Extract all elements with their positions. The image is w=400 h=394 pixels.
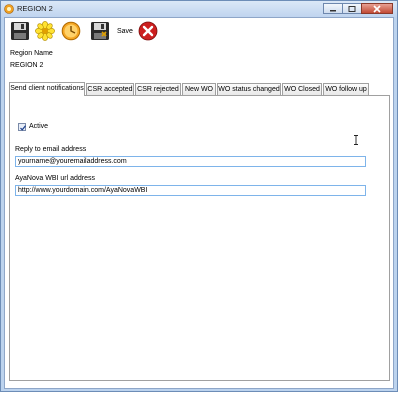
- text-cursor-icon: [354, 135, 358, 145]
- wbi-url-input[interactable]: http://www.yourdomain.com/AyaNovaWBI: [15, 185, 366, 196]
- save-label[interactable]: Save: [117, 28, 133, 35]
- tab-csr-accepted[interactable]: CSR accepted: [86, 83, 134, 95]
- tab-new-wo[interactable]: New WO: [182, 83, 216, 95]
- toolbar: Save: [5, 18, 393, 44]
- region-name-label: Region Name: [10, 50, 53, 57]
- close-icon: [373, 4, 381, 13]
- tab-wo-follow-up[interactable]: WO follow up: [323, 83, 369, 95]
- clock-icon[interactable]: [61, 21, 81, 41]
- delete-icon[interactable]: [138, 21, 158, 41]
- app-window: REGION 2 Save Region Name REGION 2 Send …: [0, 0, 398, 392]
- minimize-button[interactable]: [323, 3, 343, 14]
- wbi-url-label: AyaNova WBI url address: [15, 175, 96, 182]
- minimize-icon: [330, 9, 336, 11]
- window-controls: [323, 3, 393, 14]
- yellow-star-icon[interactable]: [35, 21, 55, 41]
- title-bar[interactable]: REGION 2: [1, 1, 397, 17]
- tab-wo-closed[interactable]: WO Closed: [282, 83, 322, 95]
- tab-send-client-notifications[interactable]: Send client notifications: [9, 82, 85, 96]
- active-label: Active: [29, 123, 49, 130]
- maximize-icon: [348, 5, 356, 12]
- close-button[interactable]: [361, 3, 393, 14]
- region-name-value[interactable]: REGION 2: [10, 62, 390, 72]
- save-close-icon[interactable]: [90, 21, 110, 41]
- active-checkbox[interactable]: [18, 123, 26, 131]
- tab-wo-status-changed[interactable]: WO status changed: [217, 83, 281, 95]
- tab-csr-rejected[interactable]: CSR rejected: [135, 83, 181, 95]
- window-title: REGION 2: [17, 4, 53, 13]
- reply-email-label: Reply to email address: [15, 146, 87, 153]
- notifications-panel: Active Reply to email address yourname@y…: [9, 95, 390, 381]
- app-icon: [4, 4, 14, 14]
- checkmark-icon: [20, 125, 26, 131]
- reply-email-input[interactable]: yourname@youremailaddress.com: [15, 156, 366, 167]
- client-area: Save Region Name REGION 2 Send client no…: [4, 17, 394, 389]
- maximize-button[interactable]: [342, 3, 362, 14]
- save-disk-icon[interactable]: [10, 21, 30, 41]
